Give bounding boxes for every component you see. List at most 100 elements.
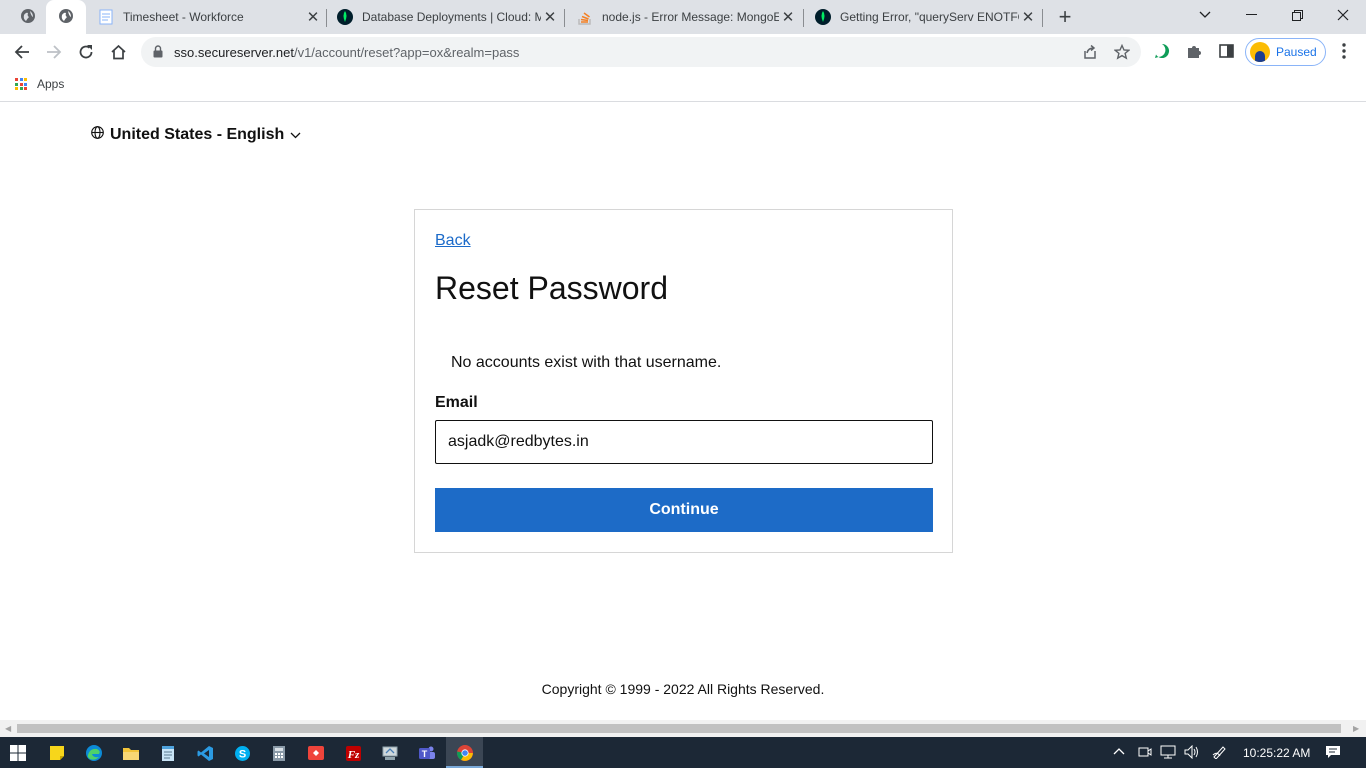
locale-selector[interactable]: United States - English (91, 126, 301, 144)
stackoverflow-icon (577, 9, 593, 25)
svg-text:T: T (422, 749, 428, 759)
tab-separator (564, 9, 565, 27)
email-field[interactable] (435, 420, 933, 464)
forward-button[interactable] (40, 38, 68, 66)
bookmark-star-icon[interactable] (1113, 43, 1131, 65)
continue-button[interactable]: Continue (435, 488, 933, 532)
error-message: No accounts exist with that username. (451, 354, 722, 371)
profile-button[interactable]: Paused (1245, 38, 1326, 66)
share-icon[interactable] (1082, 44, 1098, 65)
reset-password-card: Back Reset Password No accounts exist wi… (414, 209, 953, 553)
sticky-notes-icon[interactable] (45, 741, 69, 765)
close-tab-icon[interactable]: ✕ (304, 8, 322, 26)
restore-icon (1291, 9, 1303, 21)
arrow-right-icon (47, 45, 62, 59)
skype-icon[interactable]: S (230, 741, 254, 765)
back-button[interactable] (8, 38, 36, 66)
lock-icon[interactable] (153, 45, 163, 63)
teams-icon[interactable]: T (415, 741, 439, 765)
globe-icon (91, 126, 104, 144)
close-tab-icon[interactable]: ✕ (1019, 8, 1037, 26)
email-label: Email (435, 394, 478, 411)
apps-grid-icon (15, 78, 27, 90)
edge-icon[interactable] (82, 741, 106, 765)
tab-title: Timesheet - Workforce (123, 10, 244, 24)
tab-separator (326, 9, 327, 27)
tab-nodejs-error[interactable]: node.js - Error Message: MongoE ✕ (577, 0, 797, 34)
address-bar[interactable]: sso.secureserver.net/v1/account/reset?ap… (141, 37, 1141, 67)
apps-label: Apps (37, 77, 65, 91)
url-text: sso.secureserver.net/v1/account/reset?ap… (174, 45, 519, 60)
vscode-icon[interactable] (193, 741, 217, 765)
tab-title: Getting Error, "queryServ ENOTFO (840, 10, 1019, 24)
tray-overflow-icon[interactable] (1113, 744, 1125, 758)
menu-kebab-icon[interactable] (1334, 41, 1354, 61)
locale-label: United States - English (110, 126, 285, 143)
file-explorer-icon[interactable] (119, 741, 143, 765)
tab-database-deployments[interactable]: Database Deployments | Cloud: M ✕ (337, 0, 559, 34)
chrome-icon[interactable] (446, 737, 483, 768)
close-tab-icon[interactable]: ✕ (779, 8, 797, 26)
mongodb-leaf-icon (337, 9, 353, 25)
tab-timesheet[interactable]: Timesheet - Workforce ✕ (98, 0, 322, 34)
tab-title: Database Deployments | Cloud: M (362, 10, 541, 24)
page-content: United States - English Back Reset Passw… (0, 103, 1366, 720)
minimize-button[interactable] (1228, 0, 1274, 30)
anydesk-icon[interactable] (304, 741, 328, 765)
notepad-icon[interactable] (156, 741, 180, 765)
pen-workspace-icon[interactable] (1212, 745, 1228, 762)
tab-getting-error[interactable]: Getting Error, "queryServ ENOTFO ✕ (815, 0, 1037, 34)
copyright-footer: Copyright © 1999 - 2022 All Rights Reser… (541, 681, 825, 697)
mongodb-leaf-icon (815, 9, 831, 25)
notifications-icon[interactable] (1325, 745, 1341, 762)
chevron-down-icon (1199, 11, 1211, 18)
scrollbar-thumb[interactable] (17, 724, 1341, 733)
home-button[interactable] (104, 38, 132, 66)
close-tab-icon[interactable]: ✕ (541, 8, 559, 26)
browser-toolbar: sso.secureserver.net/v1/account/reset?ap… (0, 34, 1366, 70)
horizontal-scrollbar[interactable]: ◀ ▶ (0, 720, 1366, 737)
tab-0[interactable] (14, 0, 42, 34)
document-icon (98, 9, 114, 25)
reload-icon (79, 45, 93, 59)
avatar (1250, 42, 1270, 62)
tab-search-button[interactable] (1182, 0, 1228, 30)
extensions-puzzle-icon[interactable] (1184, 41, 1204, 61)
tab-separator (1042, 9, 1043, 27)
close-window-button[interactable] (1320, 0, 1366, 30)
windows-start-icon[interactable] (6, 741, 30, 765)
globe-icon (58, 8, 74, 27)
scroll-left-icon[interactable]: ◀ (5, 724, 11, 733)
network-drive-icon[interactable] (378, 741, 402, 765)
restore-button[interactable] (1274, 0, 1320, 30)
profile-status: Paused (1276, 45, 1317, 59)
windows-taskbar: S Fz T 10:25:22 AM (0, 737, 1366, 768)
chevron-down-icon (290, 126, 301, 144)
tab-active[interactable] (46, 0, 86, 34)
arrow-left-icon (14, 45, 29, 59)
clock[interactable]: 10:25:22 AM (1243, 746, 1310, 760)
minimize-icon (1245, 14, 1257, 15)
home-icon (110, 44, 126, 60)
extension-green-icon[interactable] (1152, 41, 1172, 61)
new-tab-button[interactable]: + (1051, 3, 1079, 31)
page-title: Reset Password (435, 270, 668, 306)
reload-button[interactable] (72, 38, 100, 66)
calculator-icon[interactable] (267, 741, 291, 765)
url-host: sso.secureserver.net (174, 45, 294, 60)
tab-strip: Timesheet - Workforce ✕ Database Deploym… (0, 0, 1366, 34)
globe-icon (20, 8, 36, 27)
tab-separator (803, 9, 804, 27)
bookmarks-bar: Apps (0, 70, 1366, 102)
scroll-right-icon[interactable]: ▶ (1353, 724, 1359, 733)
url-path: /v1/account/reset?app=ox&realm=pass (293, 45, 520, 60)
filezilla-icon[interactable]: Fz (341, 741, 365, 765)
network-icon[interactable] (1160, 745, 1176, 762)
svg-text:Fz: Fz (346, 749, 359, 761)
volume-icon[interactable] (1184, 744, 1200, 762)
meet-now-icon[interactable] (1138, 745, 1152, 762)
apps-shortcut[interactable]: Apps (15, 77, 64, 91)
back-link[interactable]: Back (435, 232, 471, 250)
side-panel-icon[interactable] (1216, 41, 1236, 61)
tab-title: node.js - Error Message: MongoE (602, 10, 779, 24)
